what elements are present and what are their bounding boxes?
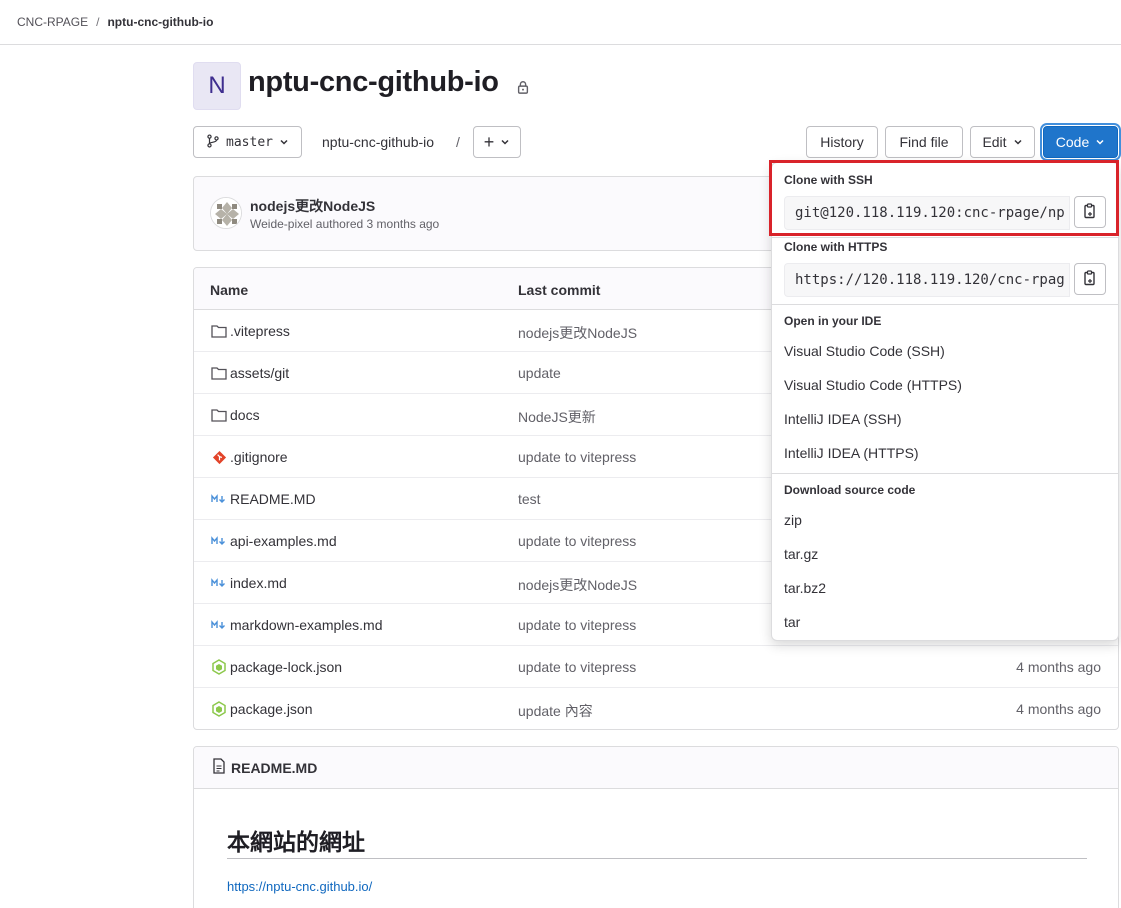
clone-https-input[interactable]: https://120.118.119.120/cnc-rpag	[784, 263, 1070, 297]
clone-https-group: https://120.118.119.120/cnc-rpag	[784, 263, 1106, 297]
last-update-time: 4 months ago	[1016, 659, 1101, 675]
author-avatar[interactable]	[210, 197, 242, 229]
find-file-button[interactable]: Find file	[885, 126, 963, 158]
repo-path-link[interactable]: nptu-cnc-github-io	[322, 134, 434, 150]
clipboard-icon	[1083, 269, 1097, 289]
ide-title: Open in your IDE	[784, 314, 882, 328]
readme-header: README.MD	[194, 747, 1118, 789]
download-item-tar[interactable]: tar	[784, 614, 800, 630]
folder-icon	[210, 407, 228, 423]
ide-item-vscode-https[interactable]: Visual Studio Code (HTTPS)	[784, 377, 962, 393]
table-row[interactable]: package.json update 內容 4 months ago	[194, 688, 1118, 729]
annotation-highlight-box	[769, 160, 1119, 236]
last-commit-link[interactable]: update to vitepress	[518, 533, 636, 549]
last-commit-link[interactable]: test	[518, 491, 541, 507]
branch-name: master	[226, 134, 273, 150]
file-name-link[interactable]: api-examples.md	[230, 533, 337, 549]
readme-filename[interactable]: README.MD	[231, 760, 317, 776]
file-icon	[212, 758, 226, 777]
last-commit-link[interactable]: update	[518, 365, 561, 381]
breadcrumb: CNC-RPAGE / nptu-cnc-github-io	[0, 0, 1121, 45]
history-button[interactable]: History	[806, 126, 878, 158]
breadcrumb-project-link[interactable]: nptu-cnc-github-io	[107, 15, 213, 29]
commit-meta: Weide-pixel authored 3 months ago	[250, 217, 440, 231]
last-commit-link[interactable]: update 內容	[518, 701, 593, 721]
readme-divider	[227, 858, 1087, 859]
download-item-zip[interactable]: zip	[784, 512, 802, 528]
download-item-tar-bz2[interactable]: tar.bz2	[784, 580, 826, 596]
last-commit-link[interactable]: update to vitepress	[518, 659, 636, 675]
markdown-icon	[210, 491, 228, 507]
markdown-icon	[210, 575, 228, 591]
readme-heading: 本網站的網址	[227, 829, 365, 855]
folder-icon	[210, 365, 228, 381]
table-row[interactable]: package-lock.json update to vitepress 4 mo…	[194, 646, 1118, 688]
ide-item-intellij-https[interactable]: IntelliJ IDEA (HTTPS)	[784, 445, 919, 461]
last-commit-link[interactable]: NodeJS更新	[518, 407, 596, 427]
branch-selector[interactable]: master	[193, 126, 302, 158]
dropdown-divider	[772, 473, 1118, 474]
lock-icon	[516, 80, 530, 97]
file-name-link[interactable]: docs	[230, 407, 260, 423]
dropdown-divider	[772, 237, 1118, 238]
add-file-button[interactable]: +	[473, 126, 521, 158]
file-name-link[interactable]: README.MD	[230, 491, 316, 507]
readme-link[interactable]: https://nptu-cnc.github.io/	[227, 879, 372, 894]
chevron-down-icon	[279, 134, 289, 150]
markdown-icon	[210, 617, 228, 633]
breadcrumb-separator: /	[96, 15, 100, 29]
file-name-link[interactable]: package.json	[230, 701, 313, 717]
chevron-down-icon	[1013, 134, 1023, 150]
download-item-tar-gz[interactable]: tar.gz	[784, 546, 818, 562]
folder-icon	[210, 323, 228, 339]
project-avatar: N	[193, 62, 241, 110]
breadcrumb-group-link[interactable]: CNC-RPAGE	[17, 15, 88, 29]
copy-https-button[interactable]	[1074, 263, 1106, 295]
file-name-link[interactable]: markdown-examples.md	[230, 617, 383, 633]
commit-message-link[interactable]: nodejs更改NodeJS	[250, 196, 375, 216]
clone-https-title: Clone with HTTPS	[784, 240, 888, 254]
file-name-link[interactable]: .vitepress	[230, 323, 290, 339]
path-separator: /	[456, 134, 460, 150]
git-icon	[210, 449, 228, 465]
column-last-commit-header: Last commit	[518, 282, 601, 298]
code-button[interactable]: Code	[1043, 126, 1118, 158]
ide-item-intellij-ssh[interactable]: IntelliJ IDEA (SSH)	[784, 411, 901, 427]
file-name-link[interactable]: assets/git	[230, 365, 289, 381]
file-name-link[interactable]: package-lock.json	[230, 659, 342, 675]
edit-button[interactable]: Edit	[970, 126, 1035, 158]
last-commit-link[interactable]: update to vitepress	[518, 449, 636, 465]
dropdown-divider	[772, 304, 1118, 305]
markdown-icon	[210, 533, 228, 549]
file-name-link[interactable]: .gitignore	[230, 449, 288, 465]
code-label: Code	[1055, 134, 1090, 150]
last-commit-link[interactable]: nodejs更改NodeJS	[518, 323, 637, 343]
plus-icon: +	[483, 132, 495, 152]
page-title: nptu-cnc-github-io	[248, 66, 499, 98]
last-update-time: 4 months ago	[1016, 701, 1101, 717]
file-name-link[interactable]: index.md	[230, 575, 287, 591]
chevron-down-icon	[500, 134, 510, 150]
last-commit-link[interactable]: nodejs更改NodeJS	[518, 575, 637, 595]
readme-panel: README.MD 本網站的網址 https://nptu-cnc.github…	[193, 746, 1119, 908]
last-commit-link[interactable]: update to vitepress	[518, 617, 636, 633]
edit-label: Edit	[982, 134, 1007, 150]
nodejs-icon	[210, 701, 228, 717]
branch-icon	[206, 133, 220, 151]
download-title: Download source code	[784, 483, 916, 497]
nodejs-icon	[210, 659, 228, 675]
ide-item-vscode-ssh[interactable]: Visual Studio Code (SSH)	[784, 343, 945, 359]
chevron-down-icon	[1095, 134, 1105, 150]
column-name-header: Name	[210, 282, 249, 298]
